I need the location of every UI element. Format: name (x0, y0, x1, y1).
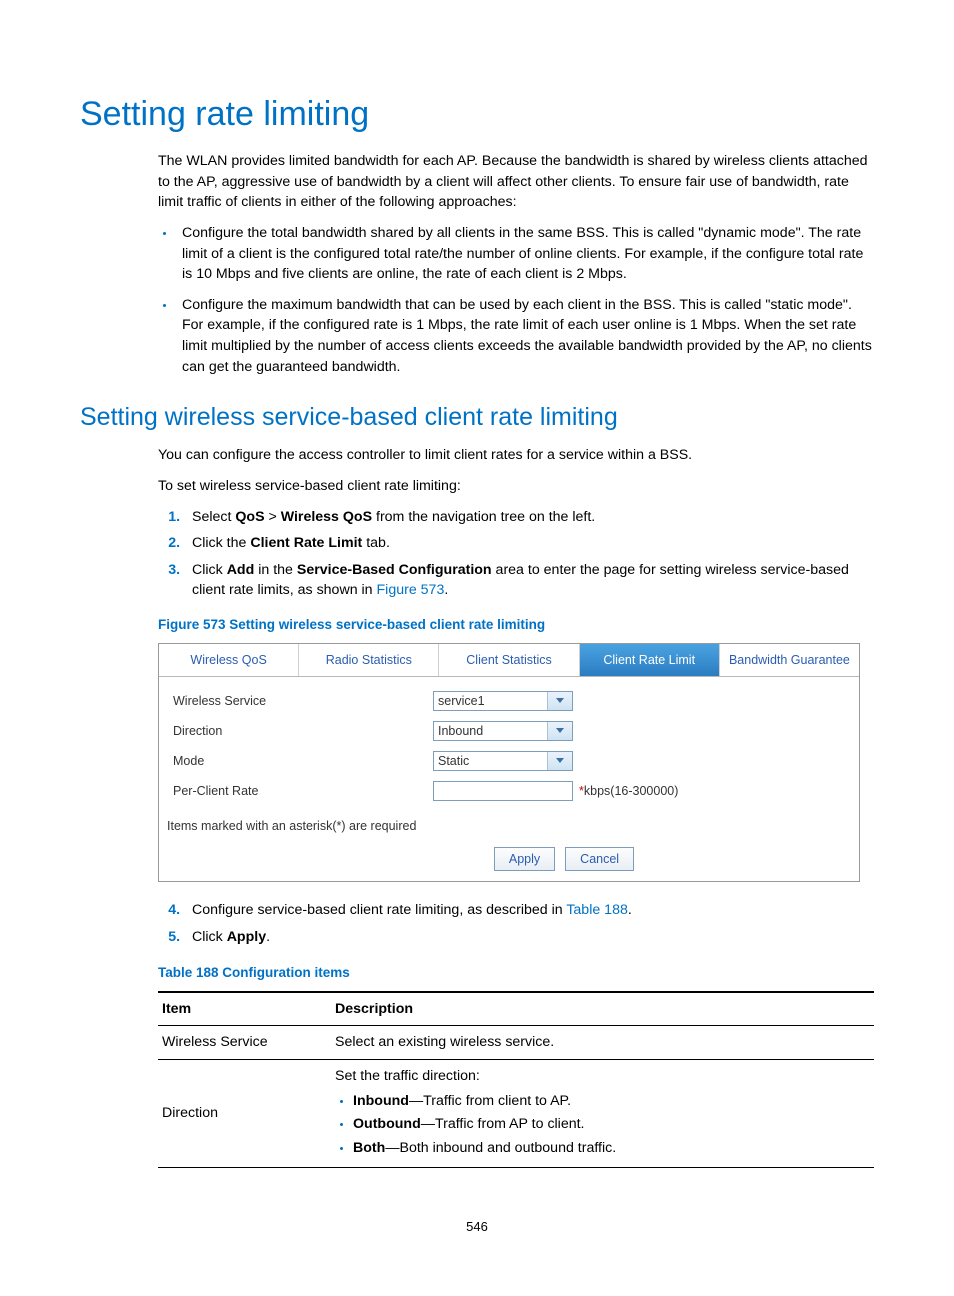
section-intro-2: To set wireless service-based client rat… (158, 476, 874, 497)
bullet-static-mode: Configure the maximum bandwidth that can… (176, 295, 874, 377)
tab-bandwidth-guarantee[interactable]: Bandwidth Guarantee (720, 644, 859, 676)
figure-title: Figure 573 Setting wireless service-base… (158, 615, 874, 635)
select-direction[interactable]: Inbound (433, 721, 573, 741)
table-row: Direction Set the traffic direction: Inb… (158, 1059, 874, 1167)
label-mode: Mode (167, 752, 433, 770)
col-item: Item (158, 992, 331, 1026)
tab-client-statistics[interactable]: Client Statistics (439, 644, 579, 676)
apply-button[interactable]: Apply (494, 847, 555, 871)
tab-client-rate-limit[interactable]: Client Rate Limit (580, 644, 720, 676)
step-1: Select QoS > Wireless QoS from the navig… (184, 507, 874, 528)
chevron-down-icon (547, 722, 572, 740)
configuration-table: Item Description Wireless Service Select… (158, 991, 874, 1169)
col-description: Description (331, 992, 874, 1026)
input-per-client-rate[interactable] (433, 781, 573, 801)
step-3: Click Add in the Service-Based Configura… (184, 560, 874, 601)
chevron-down-icon (547, 752, 572, 770)
intro-paragraph: The WLAN provides limited bandwidth for … (158, 151, 874, 213)
table-row: Wireless Service Select an existing wire… (158, 1026, 874, 1060)
tab-radio-statistics[interactable]: Radio Statistics (299, 644, 439, 676)
figure-573-link[interactable]: Figure 573 (377, 582, 445, 598)
chevron-down-icon (547, 692, 572, 710)
label-direction: Direction (167, 722, 433, 740)
cancel-button[interactable]: Cancel (565, 847, 634, 871)
label-per-client-rate: Per-Client Rate (167, 782, 433, 800)
required-note: Items marked with an asterisk(*) are req… (159, 813, 859, 841)
label-wireless-service: Wireless Service (167, 692, 433, 710)
table-188-link[interactable]: Table 188 (566, 902, 628, 918)
page-title: Setting rate limiting (80, 90, 874, 139)
figure-573-panel: Wireless QoS Radio Statistics Client Sta… (158, 643, 860, 882)
select-mode[interactable]: Static (433, 751, 573, 771)
bullet-dynamic-mode: Configure the total bandwidth shared by … (176, 223, 874, 285)
step-4: Configure service-based client rate limi… (184, 900, 874, 921)
step-2: Click the Client Rate Limit tab. (184, 533, 874, 554)
step-5: Click Apply. (184, 927, 874, 948)
page-number: 546 (80, 1218, 874, 1237)
table-title: Table 188 Configuration items (158, 963, 874, 983)
tab-wireless-qos[interactable]: Wireless QoS (159, 644, 299, 676)
select-wireless-service[interactable]: service1 (433, 691, 573, 711)
section-intro-1: You can configure the access controller … (158, 445, 874, 466)
section-heading: Setting wireless service-based client ra… (80, 399, 874, 435)
hint-per-client-rate: *kbps(16-300000) (579, 782, 678, 800)
